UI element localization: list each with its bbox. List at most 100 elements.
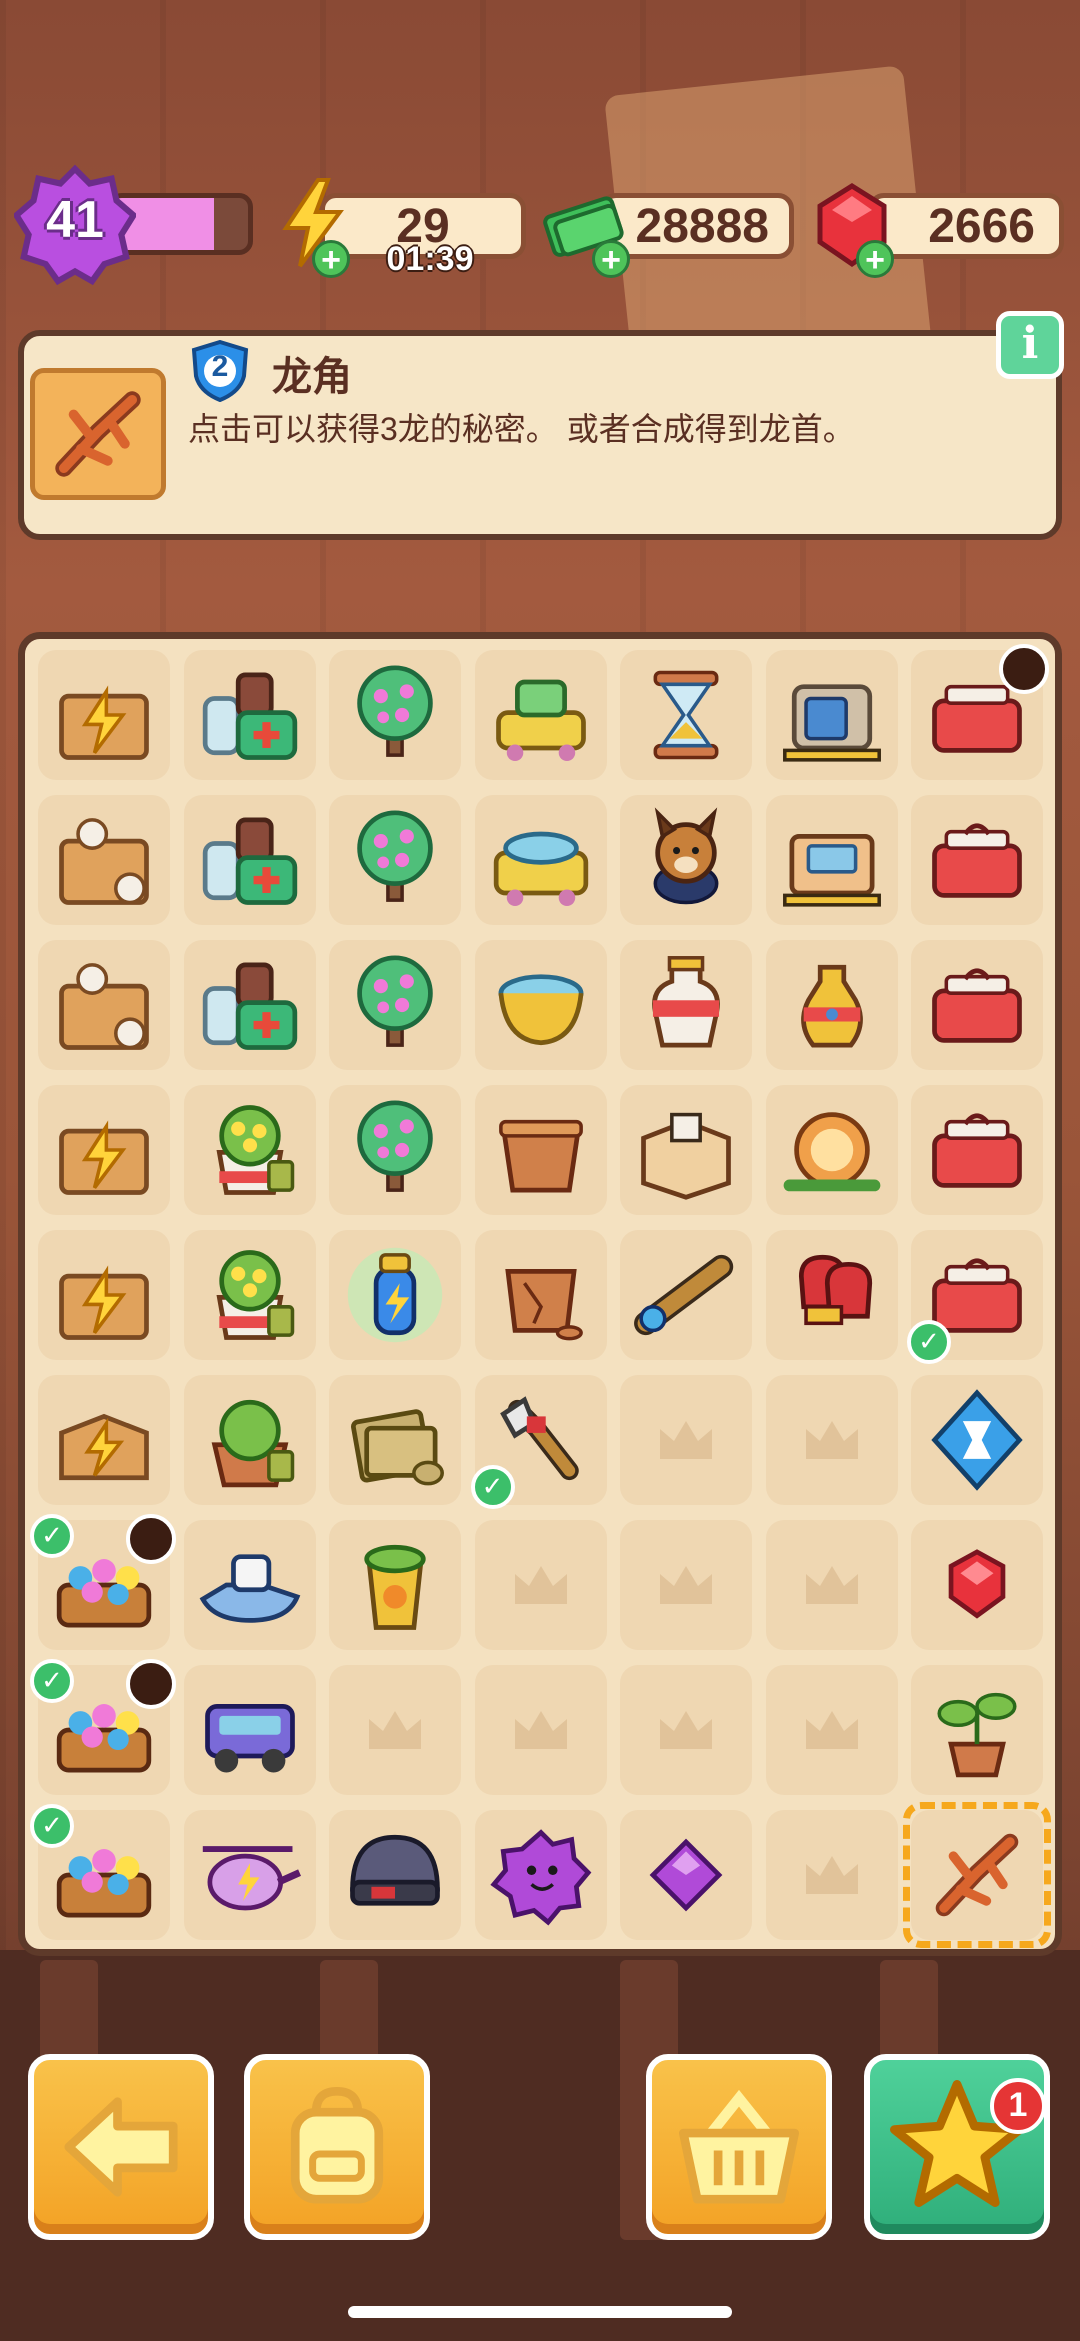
board-cell-empty[interactable] (765, 1520, 898, 1650)
board-cell[interactable] (620, 1230, 752, 1360)
board-cell[interactable] (620, 1810, 752, 1940)
tasks-notification-badge: 1 (990, 2078, 1046, 2134)
board-cell[interactable] (38, 1230, 170, 1360)
purple-gem-icon (649, 1838, 723, 1912)
board-cell[interactable] (183, 650, 316, 780)
add-energy-button[interactable]: + (312, 240, 350, 278)
board-cell-empty[interactable] (765, 1810, 898, 1940)
board-cell-empty[interactable] (474, 1665, 607, 1795)
board-cell-empty[interactable] (620, 1665, 752, 1795)
board-cell[interactable]: ✓ (907, 1230, 1043, 1364)
board-cell[interactable] (329, 1810, 461, 1940)
board-cell[interactable] (329, 940, 461, 1070)
board-cell[interactable] (183, 1520, 316, 1650)
board-cell[interactable] (911, 1665, 1043, 1795)
completed-check-icon: ✓ (470, 1465, 515, 1509)
add-cash-button[interactable]: + (592, 240, 630, 278)
board-cell[interactable] (911, 1520, 1043, 1650)
board-cell-empty[interactable] (620, 1520, 752, 1650)
cardboard-box-icon (641, 1112, 731, 1200)
board-cell[interactable] (183, 1665, 316, 1795)
board-cell[interactable] (474, 650, 607, 780)
board-cell[interactable] (474, 940, 607, 1070)
selection-frame (903, 1802, 1051, 1948)
board-cell[interactable] (38, 1375, 170, 1505)
blossom-tree-icon (357, 810, 433, 902)
board-cell[interactable] (183, 1085, 316, 1215)
vase-icon (800, 964, 863, 1048)
crown-placeholder-icon (660, 1421, 712, 1459)
toolbox-icon (932, 1113, 1022, 1188)
board-cell-empty[interactable] (765, 1665, 898, 1795)
board-cell[interactable]: ✓ (30, 1514, 176, 1650)
crown-placeholder-icon (805, 1566, 858, 1604)
clay-pot-icon (498, 1119, 583, 1193)
board-cell[interactable]: ✓ (30, 1659, 176, 1795)
cloth-stack-icon (351, 1409, 444, 1486)
board-cell[interactable] (765, 1085, 898, 1215)
hourglass-icon (653, 670, 719, 760)
board-cell-empty[interactable] (474, 1520, 607, 1650)
fountain-cart-icon (493, 831, 588, 907)
add-gems-button[interactable]: + (856, 240, 894, 278)
purple-blob-icon (489, 1829, 591, 1926)
board-cell[interactable] (911, 644, 1049, 780)
board-cell[interactable] (765, 650, 898, 780)
board-cell[interactable] (38, 940, 170, 1070)
board-cell[interactable] (183, 795, 316, 925)
bank-counter-icon (782, 834, 881, 907)
board-cell[interactable] (183, 1230, 316, 1360)
board-cell[interactable] (620, 650, 752, 780)
back-arrow-icon (64, 2097, 178, 2197)
shepherd-dog-icon (653, 807, 719, 905)
board-cell[interactable] (329, 1520, 461, 1650)
boxing-gloves-icon (798, 1254, 872, 1326)
board-cell[interactable] (183, 1375, 316, 1505)
board-cell[interactable] (38, 1085, 170, 1215)
board-cell[interactable] (620, 1085, 752, 1215)
board-cell[interactable] (474, 1810, 607, 1940)
blossom-tree-icon (357, 955, 433, 1047)
board-cell[interactable] (329, 1085, 461, 1215)
board-cell[interactable] (765, 1230, 898, 1360)
back-button[interactable] (28, 2054, 214, 2240)
board-cell[interactable] (765, 795, 898, 925)
board-cell[interactable] (765, 940, 898, 1070)
board-cell[interactable] (329, 795, 461, 925)
board-cell[interactable] (329, 1375, 461, 1505)
backpack-button[interactable] (244, 2054, 430, 2240)
gems-counter[interactable]: 2666 (868, 193, 1064, 259)
safe-icon (782, 684, 881, 762)
cooldown-timer-icon (126, 1514, 176, 1564)
board-cell[interactable] (474, 1230, 607, 1360)
home-indicator[interactable] (348, 2306, 732, 2318)
board-cell[interactable] (183, 940, 316, 1070)
board-cell[interactable] (620, 795, 752, 925)
board-cell[interactable] (38, 650, 170, 780)
board-cell[interactable] (38, 795, 170, 925)
board-cell[interactable] (911, 1375, 1043, 1505)
board-cell-empty[interactable] (620, 1375, 752, 1505)
helmet-icon (350, 1834, 440, 1906)
info-button[interactable]: i (996, 311, 1064, 379)
shop-button[interactable] (646, 2054, 832, 2240)
board-cell[interactable] (911, 795, 1043, 925)
cooldown-timer-icon (999, 644, 1049, 694)
board-cell[interactable] (903, 1802, 1051, 1948)
cart-machine-icon (495, 679, 586, 762)
cash-value: 28888 (635, 199, 769, 253)
board-cell[interactable] (911, 1085, 1043, 1215)
board-cell-empty[interactable] (765, 1375, 898, 1505)
board-cell[interactable]: ✓ (470, 1375, 607, 1509)
board-cell[interactable] (911, 940, 1043, 1070)
board-cell[interactable]: ✓ (30, 1804, 170, 1940)
board-cell[interactable] (620, 940, 752, 1070)
board-cell[interactable] (474, 795, 607, 925)
board-cell[interactable] (329, 1230, 461, 1360)
completed-check-icon: ✓ (907, 1320, 951, 1364)
board-cell[interactable] (474, 1085, 607, 1215)
crown-placeholder-icon (660, 1711, 712, 1749)
board-cell[interactable] (329, 650, 461, 780)
board-cell[interactable] (183, 1810, 316, 1940)
board-cell-empty[interactable] (329, 1665, 461, 1795)
